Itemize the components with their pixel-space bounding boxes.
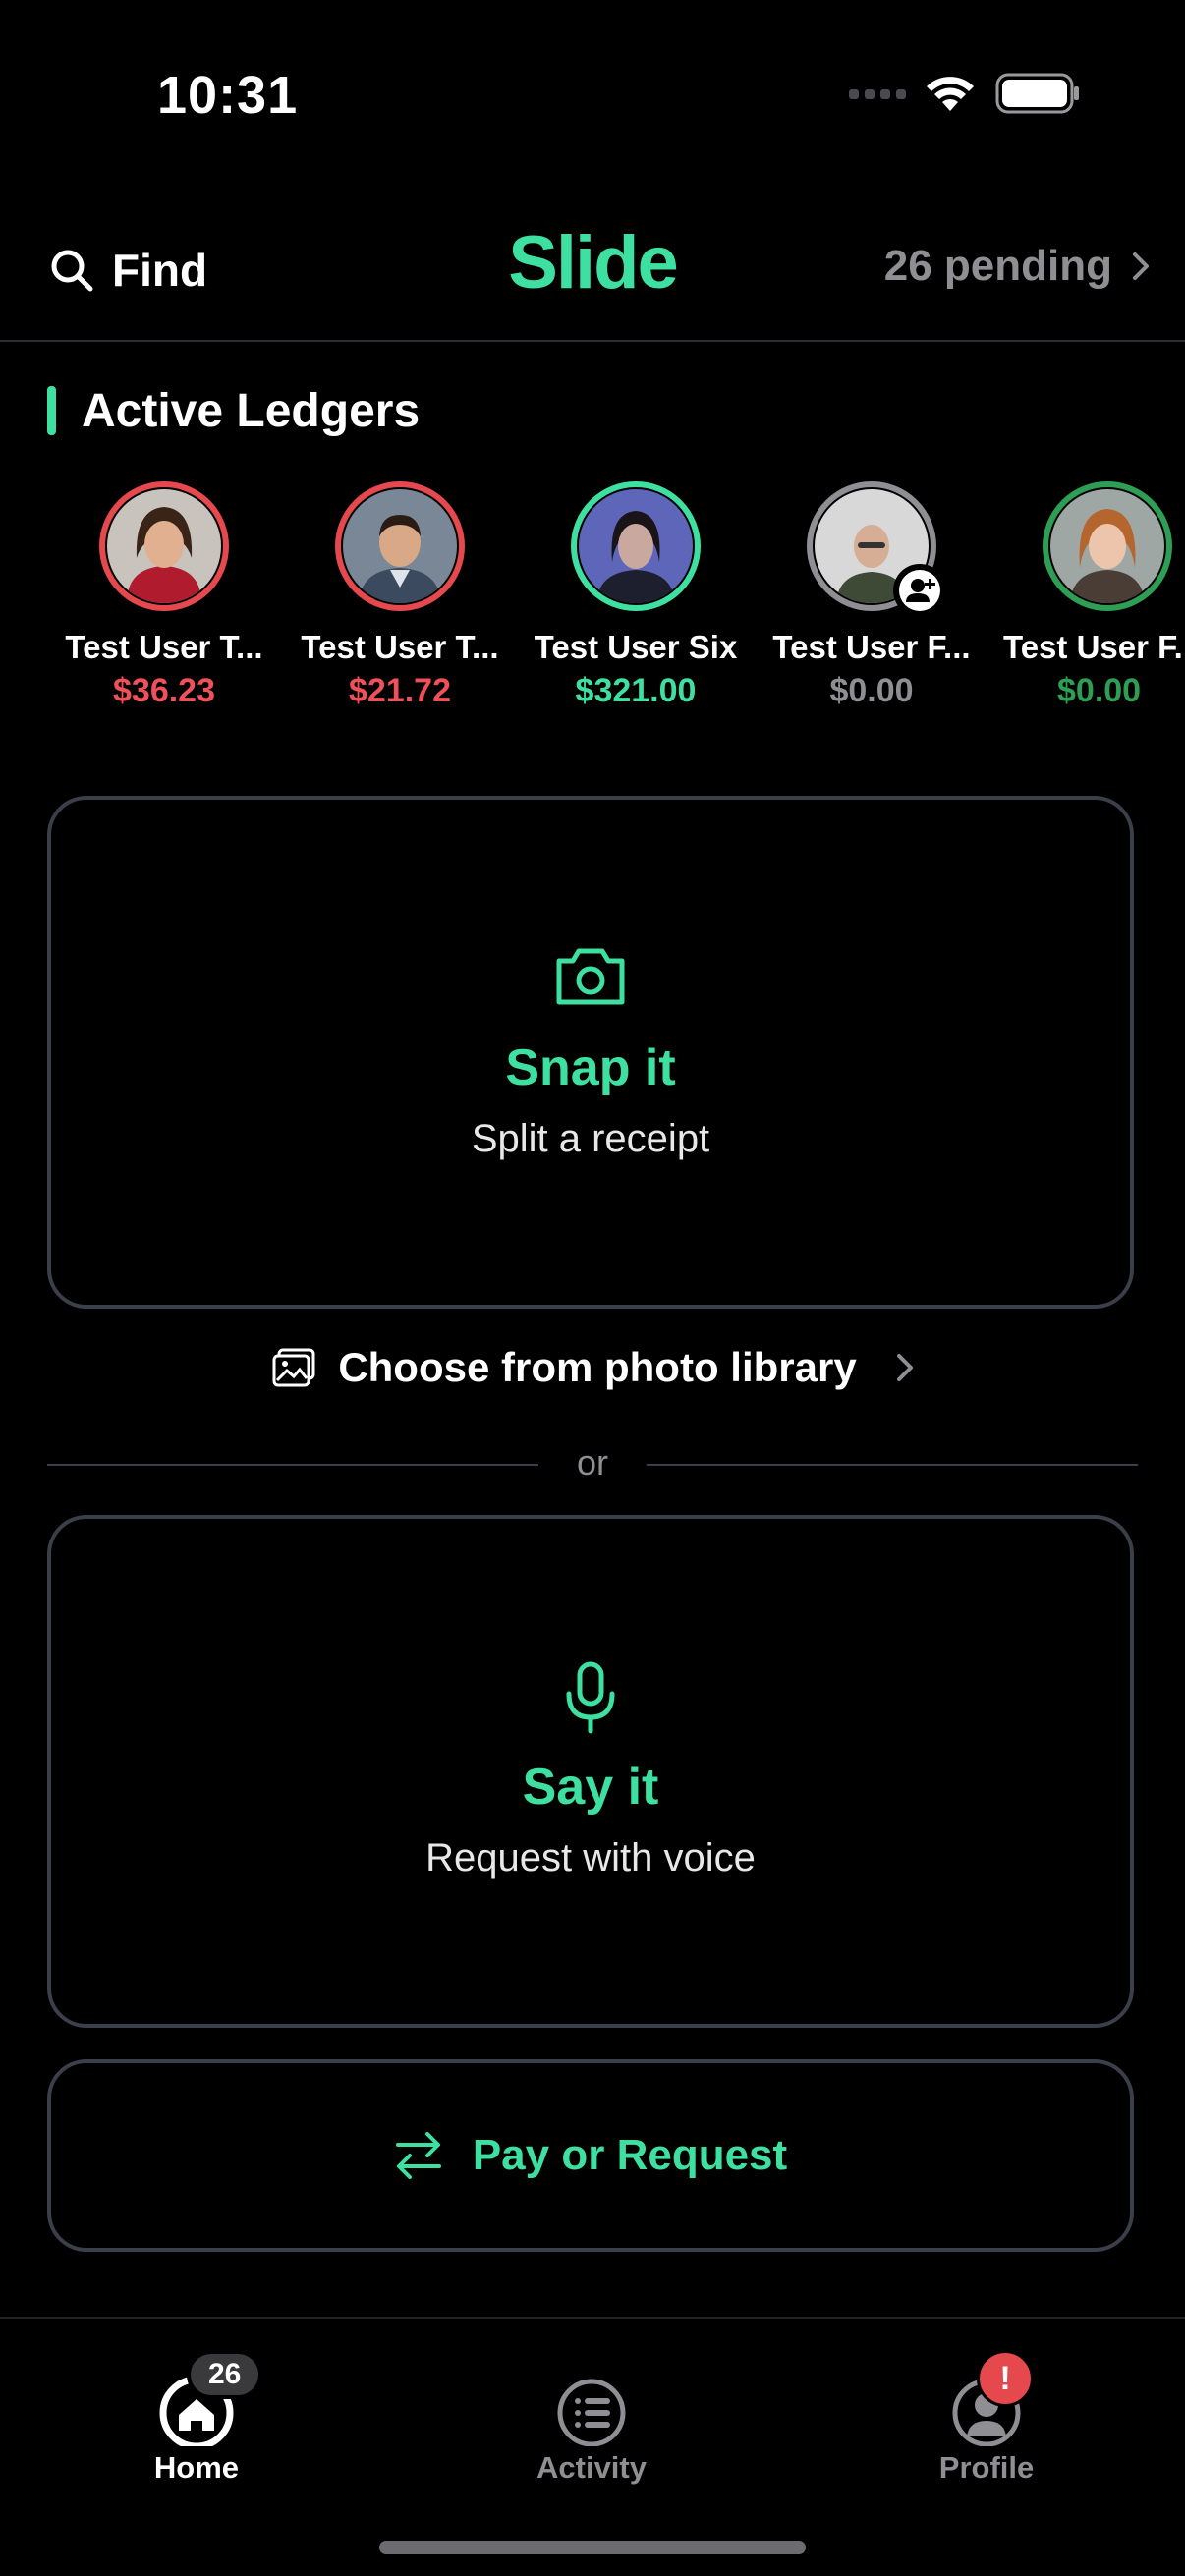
avatar xyxy=(335,481,465,611)
home-indicator xyxy=(379,2541,806,2554)
tab-home[interactable]: 26 Home xyxy=(69,2350,324,2486)
find-label: Find xyxy=(112,245,208,296)
ledger-amount: $36.23 xyxy=(113,672,215,709)
ledger-name: Test User Six xyxy=(534,629,738,665)
pending-label: 26 pending xyxy=(883,242,1112,290)
divider-line-right xyxy=(647,1464,1138,1466)
search-icon xyxy=(51,250,93,292)
ledger-amount: $0.00 xyxy=(1057,672,1142,709)
chevron-right-icon xyxy=(896,1354,913,1381)
tab-activity[interactable]: Activity xyxy=(464,2368,719,2486)
snap-it-subtitle: Split a receipt xyxy=(471,1117,710,1160)
tab-label: Profile xyxy=(938,2450,1035,2485)
header-divider xyxy=(0,340,1185,342)
ledger-item[interactable]: Test User T... $21.72 xyxy=(290,481,510,710)
tab-label: Home xyxy=(153,2450,240,2485)
library-label: Choose from photo library xyxy=(338,1344,857,1390)
find-button[interactable]: Find xyxy=(49,236,207,305)
chevron-right-icon xyxy=(1133,252,1149,280)
camera-icon xyxy=(556,948,625,1005)
ledger-amount: $0.00 xyxy=(829,672,914,709)
avatar xyxy=(571,481,701,611)
pay-or-request-label: Pay or Request xyxy=(472,2131,788,2179)
pay-or-request-button[interactable]: Pay or Request xyxy=(47,2059,1134,2252)
ledger-name: Test User T... xyxy=(301,629,499,665)
ledger-item[interactable]: Test User F... $0.00 xyxy=(997,481,1185,710)
tab-profile[interactable]: ! Profile xyxy=(859,2350,1114,2486)
tab-bar-divider xyxy=(0,2317,1185,2319)
photo-library-icon xyxy=(272,1348,315,1387)
pending-button[interactable]: 26 pending xyxy=(884,242,1150,291)
snap-it-title: Snap it xyxy=(505,1039,676,1096)
add-contact-icon xyxy=(893,564,946,617)
battery-icon xyxy=(995,73,1079,114)
ledger-amount: $21.72 xyxy=(349,672,451,709)
wifi-icon xyxy=(927,77,974,111)
ledger-amount: $321.00 xyxy=(575,672,697,709)
profile-alert-badge: ! xyxy=(977,2350,1034,2407)
avatar xyxy=(99,481,229,611)
ledger-name: Test User F... xyxy=(1003,629,1185,665)
ledger-item[interactable]: Test User T... $36.23 xyxy=(54,481,274,710)
swap-arrows-icon xyxy=(395,2132,441,2179)
tab-label: Activity xyxy=(536,2450,647,2485)
ledger-item[interactable]: Test User F... $0.00 xyxy=(762,481,982,710)
status-icons xyxy=(849,73,1079,114)
section-title: Active Ledgers xyxy=(82,384,421,437)
home-icon: 26 xyxy=(157,2350,263,2450)
choose-photo-library-link[interactable]: Choose from photo library xyxy=(0,1344,1185,1391)
avatar xyxy=(1043,481,1172,611)
section-accent-bar xyxy=(47,386,56,435)
signal-icon xyxy=(849,89,906,99)
ledger-name: Test User T... xyxy=(65,629,263,665)
say-it-title: Say it xyxy=(522,1759,659,1816)
home-badge: 26 xyxy=(187,2350,263,2399)
snap-it-card[interactable]: Snap it Split a receipt xyxy=(47,796,1134,1309)
microphone-icon xyxy=(566,1661,615,1734)
ledger-item[interactable]: Test User Six $321.00 xyxy=(526,481,746,710)
say-it-card[interactable]: Say it Request with voice xyxy=(47,1515,1134,2028)
profile-icon: ! xyxy=(947,2350,1034,2447)
avatar xyxy=(807,481,946,617)
section-header: Active Ledgers xyxy=(47,384,421,437)
ledger-name: Test User F... xyxy=(772,629,971,665)
list-icon xyxy=(552,2368,631,2447)
status-time: 10:31 xyxy=(157,66,299,125)
or-label: or xyxy=(576,1442,608,1483)
say-it-subtitle: Request with voice xyxy=(425,1836,756,1879)
